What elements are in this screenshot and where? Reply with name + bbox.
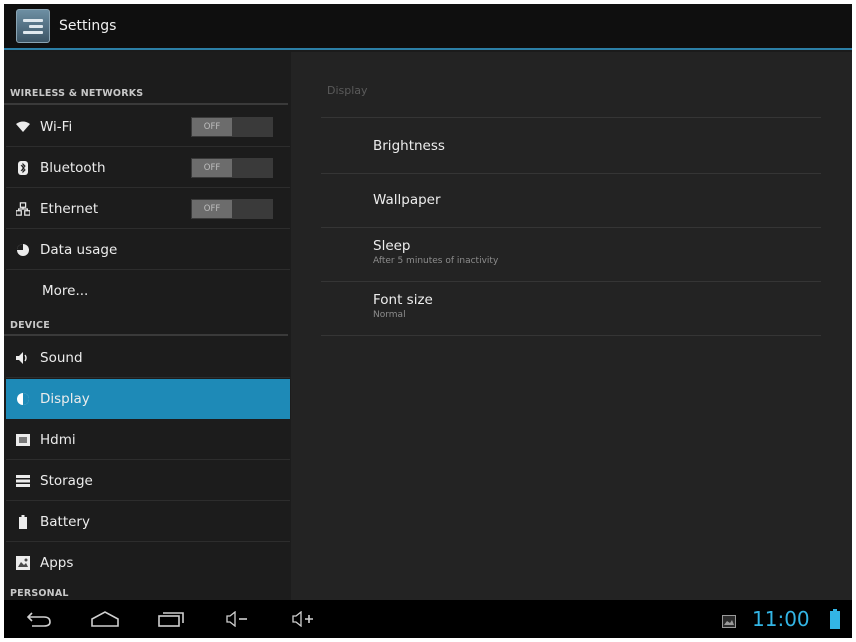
toggle-state: OFF (192, 159, 232, 177)
pref-brightness[interactable]: Brightness (373, 138, 445, 154)
sidebar-item-wifi[interactable]: Wi-Fi OFF (6, 107, 290, 147)
hdmi-icon (16, 433, 30, 447)
pref-title: Brightness (373, 138, 445, 154)
sidebar-item-label: Wi-Fi (40, 118, 73, 135)
pref-divider (321, 173, 821, 174)
sidebar-item-apps[interactable]: Apps (6, 543, 290, 583)
pref-wallpaper[interactable]: Wallpaper (373, 192, 441, 208)
battery-icon (16, 514, 30, 529)
pref-divider (321, 281, 821, 282)
battery-status-icon[interactable] (830, 609, 840, 633)
sidebar-item-label: Hdmi (40, 431, 76, 448)
sidebar-item-more[interactable]: More... (6, 271, 290, 311)
settings-header-list: WIRELESS & NETWORKS Wi-Fi OFF Bluetooth … (4, 52, 291, 600)
sidebar-item-label: Ethernet (40, 200, 99, 217)
ethernet-icon (16, 201, 30, 216)
pref-divider (321, 227, 821, 228)
wifi-toggle[interactable]: OFF (191, 117, 273, 137)
section-header-wireless: WIRELESS & NETWORKS (10, 88, 144, 99)
sidebar-item-sound[interactable]: Sound (6, 338, 290, 378)
toggle-state: OFF (192, 200, 232, 218)
section-header-device: DEVICE (10, 320, 50, 331)
pref-sleep[interactable]: Sleep After 5 minutes of inactivity (373, 238, 498, 266)
display-settings-pane: Display Brightness Wallpaper Sleep After… (291, 52, 852, 600)
pref-summary: After 5 minutes of inactivity (373, 256, 499, 266)
sidebar-item-label: Storage (40, 472, 93, 489)
wifi-icon (16, 120, 30, 134)
section-header-personal: PERSONAL (10, 588, 69, 599)
bluetooth-icon (16, 160, 30, 175)
action-bar: Settings (4, 4, 852, 50)
home-icon[interactable] (90, 608, 120, 630)
bluetooth-toggle[interactable]: OFF (191, 158, 273, 178)
apps-icon (16, 556, 30, 570)
sidebar-item-label: Battery (40, 513, 90, 530)
sidebar-item-label: More... (42, 283, 89, 299)
screenshot-icon[interactable] (722, 613, 736, 632)
sidebar-item-label: Display (40, 390, 90, 407)
toggle-state: OFF (192, 118, 232, 136)
system-bar: 11:00 (4, 600, 852, 638)
ethernet-toggle[interactable]: OFF (191, 199, 273, 219)
settings-app-icon[interactable] (16, 9, 50, 43)
pane-title: Display (327, 84, 368, 97)
pref-font-size[interactable]: Font size Normal (373, 292, 433, 320)
sidebar-item-label: Apps (40, 555, 74, 571)
pref-divider (321, 335, 821, 336)
sidebar-item-label: Bluetooth (40, 159, 106, 176)
sidebar-item-label: Sound (40, 349, 83, 366)
speaker-icon (16, 351, 30, 365)
clock[interactable]: 11:00 (752, 607, 810, 631)
section-divider (4, 334, 288, 336)
sidebar-item-hdmi[interactable]: Hdmi (6, 420, 290, 460)
pane-divider (321, 117, 821, 118)
back-icon[interactable] (24, 608, 54, 630)
sidebar-item-display[interactable]: Display (6, 379, 290, 419)
app-title: Settings (59, 18, 117, 34)
sidebar-item-bluetooth[interactable]: Bluetooth OFF (6, 148, 290, 188)
tablet-screen: Settings WIRELESS & NETWORKS Wi-Fi OFF B… (4, 4, 852, 638)
sidebar-item-battery[interactable]: Battery (6, 502, 290, 542)
pref-title: Sleep (373, 238, 411, 254)
recent-apps-icon[interactable] (156, 608, 186, 630)
sidebar-item-storage[interactable]: Storage (6, 461, 290, 501)
sidebar-item-data-usage[interactable]: Data usage (6, 230, 290, 270)
section-divider (4, 103, 288, 105)
sidebar-item-ethernet[interactable]: Ethernet OFF (6, 189, 290, 229)
data-usage-icon (16, 243, 30, 257)
volume-down-icon[interactable] (222, 608, 252, 630)
pref-title: Font size (373, 292, 433, 308)
storage-icon (16, 474, 30, 488)
sidebar-item-label: Data usage (40, 241, 118, 258)
pref-summary: Normal (373, 310, 406, 320)
pref-title: Wallpaper (373, 192, 441, 208)
display-icon (16, 392, 30, 406)
volume-up-icon[interactable] (288, 608, 318, 630)
